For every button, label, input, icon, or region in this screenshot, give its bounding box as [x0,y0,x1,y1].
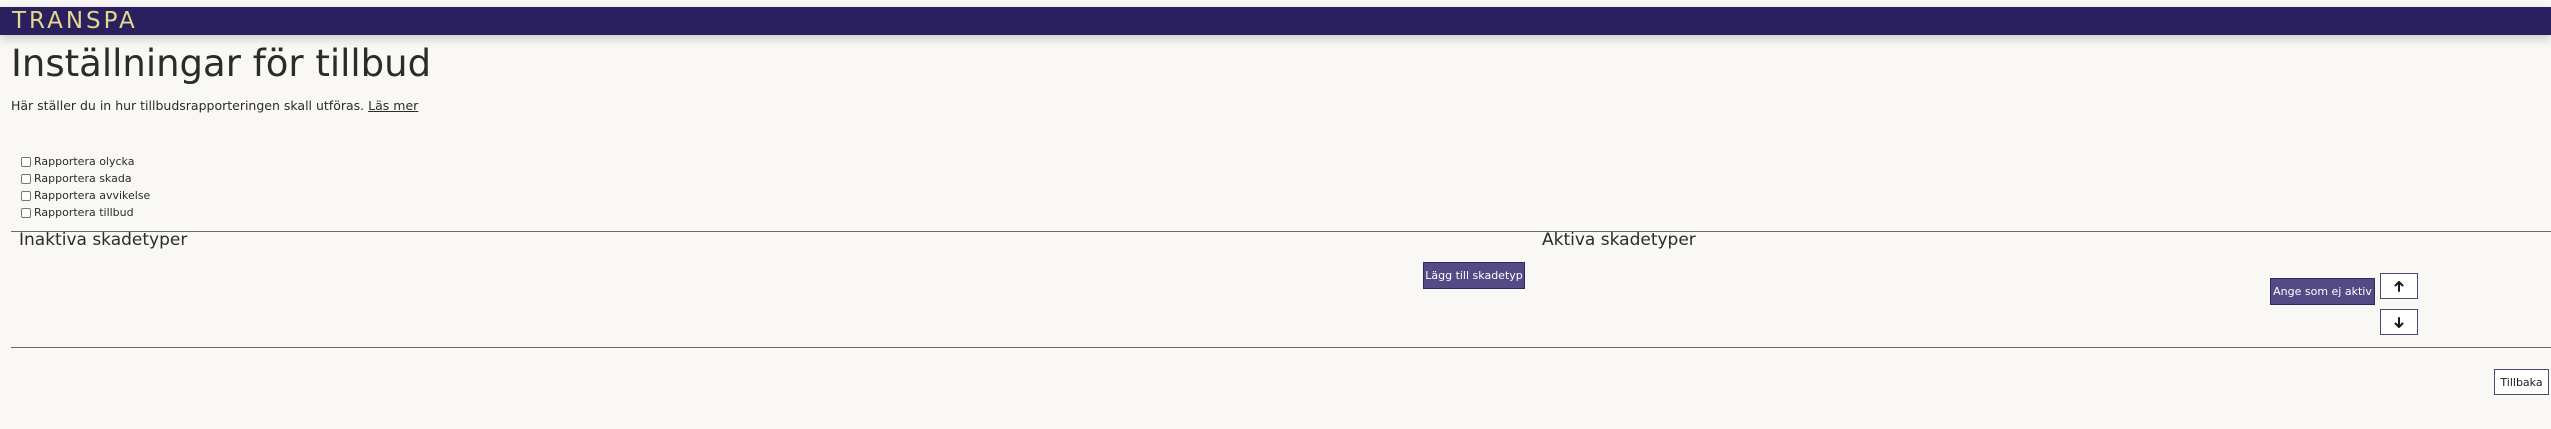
option-report-accident[interactable]: Rapportera olycka [21,153,150,170]
move-down-button[interactable] [2380,309,2418,335]
divider-top [11,231,2551,232]
option-report-injury[interactable]: Rapportera skada [21,170,150,187]
option-report-deviation[interactable]: Rapportera avvikelse [21,187,150,204]
move-up-button[interactable] [2380,273,2418,299]
option-report-incident[interactable]: Rapportera tillbud [21,204,150,221]
arrow-down-icon [2394,316,2404,328]
top-bar: TRANSPA [0,7,2551,35]
option-label: Rapportera avvikelse [34,189,151,202]
arrow-up-icon [2394,280,2404,292]
intro-text-row: Här ställer du in hur tillbudsrapporteri… [11,98,418,114]
add-injury-type-button[interactable]: Lägg till skadetyp [1423,262,1525,289]
inactive-types-title: Inaktiva skadetyper [19,230,188,250]
back-button[interactable]: Tillbaka [2494,369,2549,395]
brand-logo[interactable]: TRANSPA [12,8,138,34]
active-types-title: Aktiva skadetyper [1542,230,1696,250]
option-label: Rapportera olycka [34,155,135,168]
report-injury-checkbox[interactable] [21,173,31,184]
option-label: Rapportera skada [34,172,132,185]
read-more-link[interactable]: Läs mer [368,98,418,113]
report-incident-checkbox[interactable] [21,207,31,218]
report-options: Rapportera olycka Rapportera skada Rappo… [21,153,150,221]
option-label: Rapportera tillbud [34,206,134,219]
intro-text: Här ställer du in hur tillbudsrapporteri… [11,98,365,113]
set-inactive-button[interactable]: Ange som ej aktiv [2270,278,2375,305]
page-title: Inställningar för tillbud [11,42,432,85]
report-deviation-checkbox[interactable] [21,190,31,201]
report-accident-checkbox[interactable] [21,156,31,167]
divider-bottom [11,347,2551,348]
